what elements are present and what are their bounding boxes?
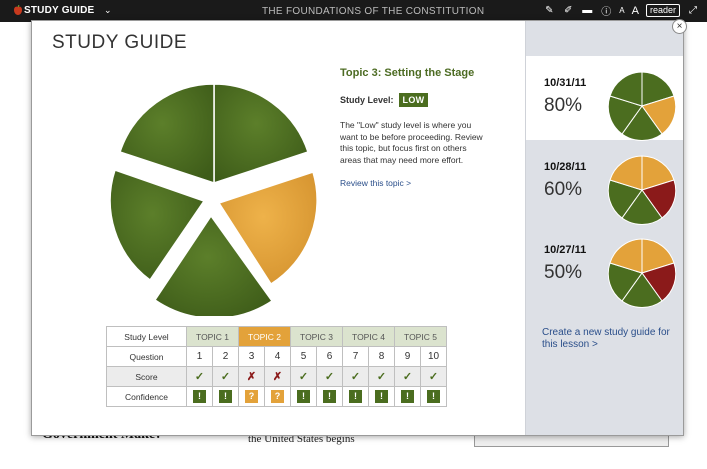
top-bar: STUDY GUIDE ⌄ THE FOUNDATIONS OF THE CON… xyxy=(0,0,707,22)
create-study-guide-link[interactable]: Create a new study guide for this lesson… xyxy=(542,327,672,351)
question-number[interactable]: 10 xyxy=(420,346,447,367)
confidence-sure-icon: ! xyxy=(401,390,414,403)
history-panel: 10/31/11 80% 10/28/11 60% 10/27/11 50% C… xyxy=(525,21,683,435)
confidence-sure-icon: ! xyxy=(219,390,232,403)
font-size-large-button[interactable]: A xyxy=(632,5,639,17)
confidence-sure-icon: ! xyxy=(193,390,206,403)
score-row: Score ✓ ✓ ✗ ✗ ✓ ✓ ✓ ✓ ✓ ✓ xyxy=(106,366,447,387)
x-icon: ✗ xyxy=(246,371,257,383)
pie-slice-topic-5[interactable] xyxy=(119,83,215,185)
results-table: Study Level TOPIC 1 TOPIC 2 TOPIC 3 TOPI… xyxy=(106,326,447,407)
font-size-small-button[interactable]: A xyxy=(619,6,624,15)
question-number[interactable]: 3 xyxy=(238,346,265,367)
document-title: THE FOUNDATIONS OF THE CONSTITUTION xyxy=(262,6,485,17)
confidence-sure-icon: ! xyxy=(375,390,388,403)
app-menu-label[interactable]: STUDY GUIDE xyxy=(24,5,94,16)
confidence-row: Confidence ! ! ? ? ! ! ! ! ! ! xyxy=(106,386,447,407)
toolbar: ✎ ✐ ▬ ⓘ A A reader ⤢ xyxy=(543,4,699,18)
check-icon: ✓ xyxy=(220,371,231,383)
history-pie-chart xyxy=(607,71,677,141)
modal-title: STUDY GUIDE xyxy=(52,32,188,53)
topic-header-2[interactable]: TOPIC 2 xyxy=(238,326,291,347)
close-button[interactable]: × xyxy=(672,19,687,34)
study-guide-modal: STUDY GUIDE Topic 3: Setting the Stage S… xyxy=(31,20,684,436)
question-number[interactable]: 4 xyxy=(264,346,291,367)
topic-title: Topic 3: Setting the Stage xyxy=(340,67,475,79)
info-icon[interactable]: ⓘ xyxy=(600,5,612,18)
topic-header-3[interactable]: TOPIC 3 xyxy=(290,326,343,347)
question-number[interactable]: 1 xyxy=(186,346,213,367)
row-label: Confidence xyxy=(106,386,187,407)
topic-header-1[interactable]: TOPIC 1 xyxy=(186,326,239,347)
confidence-sure-icon: ! xyxy=(297,390,310,403)
check-icon: ✓ xyxy=(402,371,413,383)
check-icon: ✓ xyxy=(324,371,335,383)
study-level-row: Study Level TOPIC 1 TOPIC 2 TOPIC 3 TOPI… xyxy=(106,326,447,347)
question-number[interactable]: 5 xyxy=(290,346,317,367)
question-number[interactable]: 9 xyxy=(394,346,421,367)
review-topic-link[interactable]: Review this topic > xyxy=(340,178,411,188)
question-number[interactable]: 8 xyxy=(368,346,395,367)
confidence-sure-icon: ! xyxy=(427,390,440,403)
study-level-badge: LOW xyxy=(398,93,429,107)
confidence-unsure-icon: ? xyxy=(245,390,258,403)
row-label: Study Level xyxy=(106,326,187,347)
history-pie-chart xyxy=(607,238,677,308)
history-card[interactable]: 10/28/11 60% xyxy=(526,140,683,225)
confidence-unsure-icon: ? xyxy=(271,390,284,403)
confidence-sure-icon: ! xyxy=(349,390,362,403)
check-icon: ✓ xyxy=(194,371,205,383)
row-label: Question xyxy=(106,346,187,367)
check-icon: ✓ xyxy=(428,371,439,383)
pie-slice-topic-1[interactable] xyxy=(213,83,309,185)
history-score: 60% xyxy=(544,179,583,200)
check-icon: ✓ xyxy=(350,371,361,383)
fullscreen-icon[interactable]: ⤢ xyxy=(687,5,699,17)
row-label: Score xyxy=(106,366,187,387)
question-number[interactable]: 6 xyxy=(316,346,343,367)
topic-header-4[interactable]: TOPIC 4 xyxy=(342,326,395,347)
history-card[interactable]: 10/27/11 50% xyxy=(526,223,683,308)
history-date: 10/28/11 xyxy=(544,161,587,173)
question-number[interactable]: 2 xyxy=(212,346,239,367)
topic-header-5[interactable]: TOPIC 5 xyxy=(394,326,447,347)
topic-description: The "Low" study level is where you want … xyxy=(340,120,483,165)
chevron-down-icon[interactable]: ⌄ xyxy=(104,5,112,16)
history-card[interactable]: 10/31/11 80% xyxy=(526,56,683,141)
study-level-label: Study Level: xyxy=(340,95,394,105)
topic-detail: Topic 3: Setting the Stage Study Level: … xyxy=(340,67,520,191)
history-score: 50% xyxy=(544,262,583,283)
topic-pie-chart xyxy=(109,83,318,316)
highlight-icon[interactable]: ✐ xyxy=(562,5,574,17)
history-date: 10/27/11 xyxy=(544,244,587,256)
question-row: Question 1 2 3 4 5 6 7 8 9 10 xyxy=(106,346,447,367)
study-level-row: Study Level: LOW xyxy=(340,93,520,107)
confidence-sure-icon: ! xyxy=(323,390,336,403)
reader-button[interactable]: reader xyxy=(645,4,680,17)
x-icon: ✗ xyxy=(272,371,283,383)
history-pie-chart xyxy=(607,155,677,225)
apple-logo-icon xyxy=(14,5,22,15)
check-icon: ✓ xyxy=(376,371,387,383)
check-icon: ✓ xyxy=(298,371,309,383)
bookmark-icon[interactable]: ▬ xyxy=(581,5,593,17)
question-number[interactable]: 7 xyxy=(342,346,369,367)
history-date: 10/31/11 xyxy=(544,77,587,89)
notes-icon[interactable]: ✎ xyxy=(543,5,555,17)
history-score: 80% xyxy=(544,95,583,116)
